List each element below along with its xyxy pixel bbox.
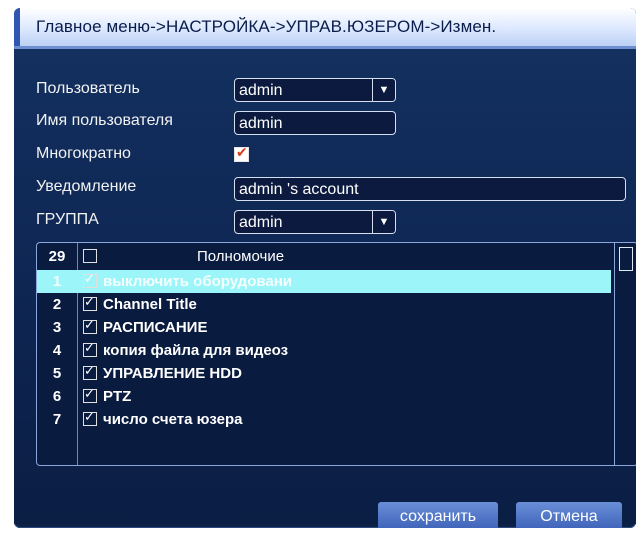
checkmark-icon: ✓: [84, 294, 95, 309]
checkmark-icon: ✓: [84, 317, 95, 332]
list-scrollbar[interactable]: [614, 243, 636, 465]
user-select[interactable]: admin ▼: [234, 78, 396, 102]
permission-row[interactable]: 6 ✓ PTZ: [37, 385, 611, 408]
group-label: ГРУППА: [36, 211, 99, 228]
breadcrumb-title: Главное меню->НАСТРОЙКА->УПРАВ.ЮЗЕРОМ->И…: [36, 17, 497, 36]
multi-login-checkbox[interactable]: ✔: [234, 144, 249, 162]
permission-row[interactable]: 4 ✓ копия файла для видеоз: [37, 339, 611, 362]
multi-login-label: Многократно: [36, 145, 131, 162]
checkmark-icon: ✓: [84, 271, 95, 286]
row-number: 5: [52, 365, 62, 382]
permission-row[interactable]: 3 ✓ РАСПИСАНИЕ: [37, 316, 611, 339]
notice-field[interactable]: admin 's account: [234, 177, 626, 201]
group-select-value: admin: [239, 214, 283, 231]
permission-label: копия файла для видеоз: [103, 342, 289, 359]
row-number: 6: [52, 388, 62, 405]
title-accent: [14, 8, 20, 46]
permission-label: выключить оборудовани: [103, 273, 293, 290]
row-number: 3: [52, 319, 62, 336]
username-value: admin: [239, 115, 283, 132]
title-bar: Главное меню->НАСТРОЙКА->УПРАВ.ЮЗЕРОМ->И…: [14, 8, 636, 49]
permission-row[interactable]: 5 ✓ УПРАВЛЕНИЕ HDD: [37, 362, 611, 385]
checkmark-icon: ✔: [236, 144, 248, 160]
permission-column-header: Полномочие: [197, 248, 285, 265]
permission-row[interactable]: 1 ✓ выключить оборудовани: [37, 270, 611, 293]
permission-header-row: 29 Полномочие: [37, 245, 611, 268]
select-all-checkbox[interactable]: [83, 249, 97, 263]
permission-count: 29: [48, 248, 66, 265]
permission-checkbox[interactable]: ✓: [83, 386, 97, 403]
row-number: 7: [52, 411, 62, 428]
permission-label: PTZ: [103, 388, 132, 405]
permission-row[interactable]: 7 ✓ число счета юзера: [37, 408, 611, 431]
notice-value: admin 's account: [239, 181, 359, 198]
chevron-down-icon[interactable]: ▼: [372, 79, 395, 101]
checkmark-icon: ✓: [84, 386, 95, 401]
permission-checkbox[interactable]: ✓: [83, 271, 97, 288]
row-number: 1: [52, 273, 62, 290]
permission-row[interactable]: 2 ✓ Channel Title: [37, 293, 611, 316]
permission-checkbox[interactable]: ✓: [83, 363, 97, 380]
user-select-value: admin: [239, 82, 283, 99]
permission-checkbox[interactable]: ✓: [83, 317, 97, 334]
notice-label: Уведомление: [36, 178, 137, 195]
chevron-down-icon[interactable]: ▼: [372, 211, 395, 233]
permission-checkbox[interactable]: ✓: [83, 294, 97, 311]
checkmark-icon: ✓: [84, 409, 95, 424]
save-button[interactable]: сохранить: [378, 502, 498, 528]
group-select[interactable]: admin ▼: [234, 210, 396, 234]
permission-checkbox[interactable]: ✓: [83, 409, 97, 426]
permission-label: РАСПИСАНИЕ: [103, 319, 208, 336]
checkmark-icon: ✓: [84, 340, 95, 355]
permission-label: УПРАВЛЕНИЕ HDD: [103, 365, 242, 382]
permission-checkbox[interactable]: ✓: [83, 340, 97, 357]
permission-label: Channel Title: [103, 296, 197, 313]
permission-list[interactable]: 29 Полномочие 1 ✓ выключить оборудовани …: [36, 242, 636, 466]
checkmark-icon: ✓: [84, 363, 95, 378]
scrollbar-thumb[interactable]: [619, 247, 633, 271]
dvr-window: Главное меню->НАСТРОЙКА->УПРАВ.ЮЗЕРОМ->И…: [14, 8, 636, 528]
row-number: 2: [52, 296, 62, 313]
cancel-button[interactable]: Отмена: [516, 502, 622, 528]
username-label: Имя пользователя: [36, 112, 173, 129]
row-number: 4: [52, 342, 62, 359]
permission-label: число счета юзера: [103, 411, 243, 428]
username-field[interactable]: admin: [234, 111, 396, 135]
user-label: Пользователь: [36, 80, 140, 97]
